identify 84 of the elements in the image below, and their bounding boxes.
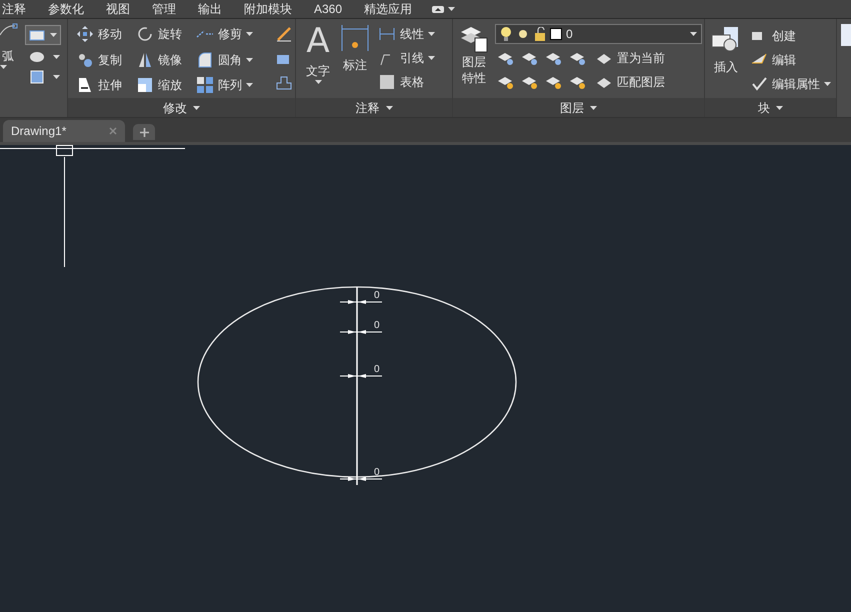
panel-title[interactable]: 块 (705, 98, 836, 117)
caret-icon (0, 65, 7, 69)
tool-label: 弧 (2, 48, 15, 65)
menu-item[interactable]: 注释 (2, 0, 26, 18)
caret-icon (776, 106, 783, 110)
hatch-icon (29, 51, 45, 63)
fillet-icon (196, 50, 214, 69)
tool-button[interactable]: 修剪 (194, 23, 270, 45)
padlock-icon (534, 27, 546, 41)
panel-title[interactable]: 注释 (296, 98, 452, 117)
menu-item[interactable]: 输出 (198, 0, 222, 18)
match-properties-icon (275, 25, 293, 43)
new-tab-button[interactable] (133, 124, 155, 140)
caret-icon (53, 55, 60, 59)
linear-dimension-icon (378, 25, 396, 43)
tool-button[interactable]: 编辑 (748, 49, 833, 71)
tool-button[interactable]: 引线 (376, 47, 437, 69)
layer-properties-button[interactable]: 图层 特性 (457, 24, 491, 98)
panel-title[interactable]: 修改 (68, 98, 295, 117)
toggle-icon (432, 6, 444, 12)
tool-button[interactable]: 编辑属性 (748, 73, 833, 95)
layers-icon (459, 24, 489, 54)
dimension-label: 0 (374, 468, 380, 478)
lightbulb-icon (500, 27, 512, 41)
tool-button[interactable]: 拉伸 (74, 74, 134, 96)
caret-icon (690, 32, 697, 36)
tool-button[interactable]: 创建 (748, 25, 833, 47)
stretch-icon (76, 76, 94, 94)
tool-button[interactable]: 阵列 (194, 74, 270, 96)
sun-icon (516, 27, 530, 41)
rectangle-tool-button[interactable] (25, 25, 61, 45)
menu-item[interactable]: 管理 (152, 0, 176, 18)
mirror-icon (136, 50, 154, 69)
edit-attributes-icon (750, 75, 768, 93)
dimension-icon (340, 23, 370, 53)
layer-dropdown[interactable]: 0 (495, 24, 702, 44)
dimension-label: 0 (374, 365, 380, 375)
insert-block-button[interactable]: 插入 (710, 25, 742, 98)
text-tool-button[interactable]: A 文字 (306, 23, 330, 98)
dimension-marker (340, 374, 382, 378)
dimension-marker (340, 477, 382, 481)
dimension-label: 0 (374, 321, 380, 331)
caret-icon (193, 106, 200, 110)
plus-icon (140, 128, 148, 136)
tool-button[interactable]: 旋转 (134, 23, 194, 45)
color-swatch-icon (550, 28, 562, 40)
tool-button[interactable]: 置为当前 (593, 47, 667, 69)
array-icon (196, 76, 214, 94)
tool-button[interactable]: 匹配图层 (593, 71, 667, 93)
move-icon (76, 25, 94, 43)
scale-icon (136, 76, 154, 94)
menu-item[interactable]: 精选应用 (364, 0, 412, 18)
caret-icon (448, 7, 456, 11)
caret-icon (590, 106, 597, 110)
tool-button[interactable]: 缩放 (134, 74, 194, 96)
document-tab[interactable]: Drawing1* (3, 120, 125, 142)
caret-icon (53, 75, 60, 79)
tool-button[interactable]: 复制 (74, 48, 134, 71)
dimension-marker (340, 330, 382, 334)
panel-title[interactable]: 图层 (453, 98, 704, 117)
dimension-marker (340, 300, 382, 304)
tool-label: 特性 (462, 70, 486, 86)
menu-item[interactable]: 视图 (106, 0, 130, 18)
tool-button[interactable]: 圆角 (194, 48, 270, 71)
rotate-icon (136, 25, 154, 43)
letter-a-icon: A (306, 23, 330, 59)
tool-button[interactable]: 镜像 (134, 48, 194, 71)
caret-icon (314, 80, 322, 84)
menu-item[interactable]: A360 (314, 0, 342, 18)
dimension-tool-button[interactable]: 标注 (340, 23, 370, 98)
arc-icon (0, 23, 18, 37)
caret-icon (386, 106, 392, 110)
close-icon (109, 127, 117, 135)
menu-item[interactable]: 附加模块 (244, 0, 292, 18)
panel-toggle-button[interactable] (432, 6, 456, 12)
dimension-label: 0 (374, 291, 380, 301)
caret-icon (50, 33, 58, 37)
region-icon (29, 69, 45, 85)
tool-button[interactable]: 表格 (376, 71, 437, 93)
tool-button[interactable]: 移动 (74, 23, 134, 45)
rectangle-icon (28, 30, 45, 40)
tool-label: 图层 (462, 54, 486, 70)
menu-item[interactable]: 参数化 (48, 0, 84, 18)
tool-button[interactable]: 线性 (376, 23, 437, 45)
